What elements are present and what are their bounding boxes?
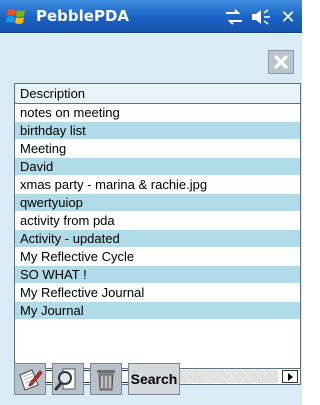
title-bar: PebblePDA ✕ — [0, 0, 302, 33]
list-item[interactable]: SO WHAT ! — [15, 266, 300, 284]
list-item[interactable]: My Reflective Journal — [15, 284, 300, 302]
windows-logo-icon[interactable] — [6, 6, 30, 28]
list-item[interactable]: My Reflective Cycle — [15, 248, 300, 266]
close-form-button[interactable] — [268, 50, 294, 74]
list-item[interactable]: David — [15, 158, 300, 176]
list-item[interactable]: notes on meeting — [15, 104, 300, 122]
connectivity-icon[interactable] — [224, 9, 244, 25]
delete-button[interactable] — [90, 363, 122, 395]
bottom-toolbar: Search — [14, 363, 180, 397]
new-note-icon — [19, 369, 43, 391]
x-icon — [274, 55, 288, 69]
list-item[interactable]: activity from pda — [15, 212, 300, 230]
app-title: PebblePDA — [36, 7, 130, 25]
list-item[interactable]: qwertyuiop — [15, 194, 300, 212]
arrow-right-icon — [288, 372, 293, 381]
new-note-button[interactable] — [14, 363, 46, 395]
title-bar-icons: ✕ — [224, 6, 298, 28]
delete-icon — [97, 370, 115, 391]
close-icon[interactable]: ✕ — [278, 7, 298, 27]
find-icon — [54, 368, 76, 391]
find-button[interactable] — [52, 363, 84, 395]
scroll-track[interactable] — [163, 370, 278, 383]
list-item[interactable]: Activity - updated — [15, 230, 300, 248]
list-item[interactable]: xmas party - marina & rachie.jpg — [15, 176, 300, 194]
column-header-description[interactable]: Description — [15, 84, 300, 104]
description-list[interactable]: Description notes on meeting birthday li… — [14, 83, 301, 385]
scroll-right-button[interactable] — [282, 370, 298, 383]
main-content: Description notes on meeting birthday li… — [0, 34, 302, 405]
speaker-icon[interactable] — [250, 8, 272, 26]
search-button[interactable]: Search — [128, 363, 180, 395]
list-item[interactable]: birthday list — [15, 122, 300, 140]
list-item[interactable]: Meeting — [15, 140, 300, 158]
list-item[interactable]: My Journal — [15, 302, 300, 320]
list-rows: notes on meeting birthday list Meeting D… — [15, 104, 300, 320]
